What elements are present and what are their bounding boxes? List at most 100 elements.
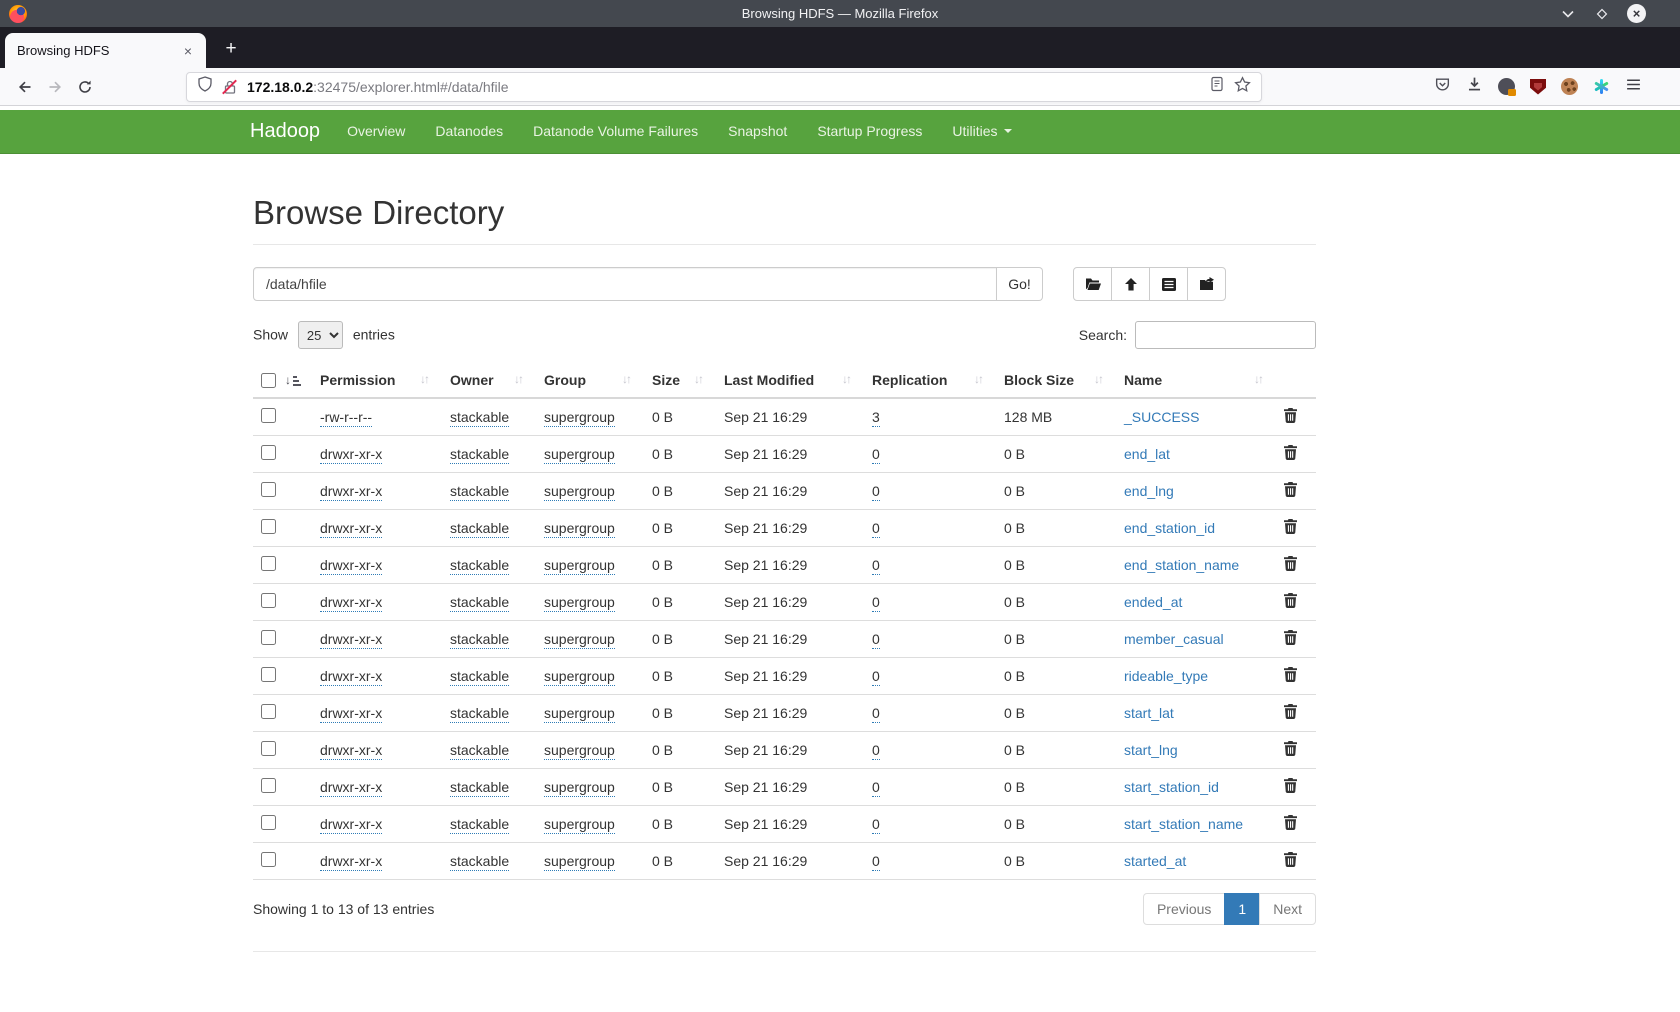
column-header-select-all[interactable]: ↓: [253, 363, 312, 398]
editable-owner[interactable]: stackable: [450, 742, 509, 760]
file-link[interactable]: end_lat: [1124, 446, 1170, 462]
minimize-icon[interactable]: [1559, 5, 1577, 23]
column-header-permission[interactable]: ↓↑Permission: [312, 363, 442, 398]
editable-permission[interactable]: drwxr-xr-x: [320, 446, 382, 464]
nav-item-datanode-volume-failures[interactable]: Datanode Volume Failures: [518, 123, 713, 139]
new-folder-button[interactable]: [1187, 267, 1226, 301]
editable-owner[interactable]: stackable: [450, 446, 509, 464]
editable-permission[interactable]: drwxr-xr-x: [320, 483, 382, 501]
column-header-last-modified[interactable]: ↓↑Last Modified: [716, 363, 864, 398]
go-button[interactable]: Go!: [997, 267, 1043, 301]
column-header-size[interactable]: ↓↑Size: [644, 363, 716, 398]
nav-item-datanodes[interactable]: Datanodes: [420, 123, 518, 139]
close-window-icon[interactable]: ×: [1627, 4, 1646, 23]
editable-owner[interactable]: stackable: [450, 816, 509, 834]
editable-owner[interactable]: stackable: [450, 853, 509, 871]
url-text[interactable]: 172.18.0.2:32475/explorer.html#/data/hfi…: [247, 79, 509, 95]
file-link[interactable]: start_station_id: [1124, 779, 1219, 795]
delete-button[interactable]: [1284, 556, 1297, 574]
bookmark-star-icon[interactable]: [1234, 76, 1251, 98]
editable-group[interactable]: supergroup: [544, 816, 615, 834]
delete-button[interactable]: [1284, 519, 1297, 537]
sparkle-icon[interactable]: [1593, 78, 1610, 95]
nav-item-utilities[interactable]: Utilities: [937, 123, 1026, 139]
editable-group[interactable]: supergroup: [544, 668, 615, 686]
editable-owner[interactable]: stackable: [450, 668, 509, 686]
delete-button[interactable]: [1284, 630, 1297, 648]
editable-replication[interactable]: 0: [872, 742, 880, 760]
editable-replication[interactable]: 0: [872, 668, 880, 686]
row-checkbox[interactable]: [261, 667, 276, 682]
editable-replication[interactable]: 0: [872, 446, 880, 464]
nav-item-startup-progress[interactable]: Startup Progress: [802, 123, 937, 139]
column-header-replication[interactable]: ↓↑Replication: [864, 363, 996, 398]
editable-permission[interactable]: drwxr-xr-x: [320, 779, 382, 797]
editable-owner[interactable]: stackable: [450, 705, 509, 723]
row-checkbox[interactable]: [261, 630, 276, 645]
file-link[interactable]: member_casual: [1124, 631, 1224, 647]
file-link[interactable]: start_lng: [1124, 742, 1178, 758]
reader-mode-icon[interactable]: [1209, 76, 1225, 97]
editable-owner[interactable]: stackable: [450, 483, 509, 501]
previous-page-button[interactable]: Previous: [1143, 893, 1225, 925]
editable-replication[interactable]: 0: [872, 779, 880, 797]
editable-group[interactable]: supergroup: [544, 557, 615, 575]
menu-icon[interactable]: [1625, 76, 1642, 98]
editable-replication[interactable]: 0: [872, 483, 880, 501]
column-header-name[interactable]: ↓↑Name: [1116, 363, 1276, 398]
editable-permission[interactable]: drwxr-xr-x: [320, 520, 382, 538]
folder-open-button[interactable]: [1073, 267, 1112, 301]
editable-group[interactable]: supergroup: [544, 631, 615, 649]
editable-replication[interactable]: 0: [872, 853, 880, 871]
row-checkbox[interactable]: [261, 556, 276, 571]
editable-owner[interactable]: stackable: [450, 520, 509, 538]
page-length-select[interactable]: 25: [298, 321, 343, 349]
ublock-icon[interactable]: [1530, 79, 1546, 95]
column-header-group[interactable]: ↓↑Group: [536, 363, 644, 398]
editable-owner[interactable]: stackable: [450, 557, 509, 575]
editable-group[interactable]: supergroup: [544, 742, 615, 760]
tab-browsing-hdfs[interactable]: Browsing HDFS ×: [5, 33, 206, 68]
editable-group[interactable]: supergroup: [544, 446, 615, 464]
file-link[interactable]: end_station_id: [1124, 520, 1215, 536]
editable-replication[interactable]: 0: [872, 594, 880, 612]
editable-group[interactable]: supergroup: [544, 779, 615, 797]
back-button[interactable]: [10, 72, 40, 102]
delete-button[interactable]: [1284, 445, 1297, 463]
delete-button[interactable]: [1284, 741, 1297, 759]
nav-item-snapshot[interactable]: Snapshot: [713, 123, 802, 139]
select-all-checkbox[interactable]: [261, 373, 276, 388]
close-tab-icon[interactable]: ×: [178, 41, 198, 61]
search-input[interactable]: [1135, 321, 1316, 349]
editable-replication[interactable]: 0: [872, 705, 880, 723]
editable-permission[interactable]: drwxr-xr-x: [320, 816, 382, 834]
row-checkbox[interactable]: [261, 482, 276, 497]
page-1-button[interactable]: 1: [1224, 893, 1260, 925]
delete-button[interactable]: [1284, 778, 1297, 796]
editable-permission[interactable]: drwxr-xr-x: [320, 631, 382, 649]
delete-button[interactable]: [1284, 667, 1297, 685]
editable-group[interactable]: supergroup: [544, 594, 615, 612]
editable-group[interactable]: supergroup: [544, 483, 615, 501]
cookie-icon[interactable]: [1561, 78, 1578, 95]
delete-button[interactable]: [1284, 593, 1297, 611]
next-page-button[interactable]: Next: [1259, 893, 1316, 925]
forward-button[interactable]: [40, 72, 70, 102]
editable-replication[interactable]: 0: [872, 557, 880, 575]
upload-button[interactable]: [1111, 267, 1150, 301]
url-bar[interactable]: 172.18.0.2:32475/explorer.html#/data/hfi…: [186, 72, 1262, 102]
list-button[interactable]: [1149, 267, 1188, 301]
editable-permission[interactable]: drwxr-xr-x: [320, 742, 382, 760]
file-link[interactable]: end_lng: [1124, 483, 1174, 499]
editable-group[interactable]: supergroup: [544, 409, 615, 427]
new-tab-button[interactable]: +: [216, 34, 246, 64]
delete-button[interactable]: [1284, 704, 1297, 722]
editable-replication[interactable]: 0: [872, 631, 880, 649]
editable-permission[interactable]: drwxr-xr-x: [320, 557, 382, 575]
directory-path-input[interactable]: [253, 267, 997, 301]
file-link[interactable]: end_station_name: [1124, 557, 1239, 573]
row-checkbox[interactable]: [261, 852, 276, 867]
delete-button[interactable]: [1284, 852, 1297, 870]
row-checkbox[interactable]: [261, 519, 276, 534]
editable-permission[interactable]: drwxr-xr-x: [320, 705, 382, 723]
